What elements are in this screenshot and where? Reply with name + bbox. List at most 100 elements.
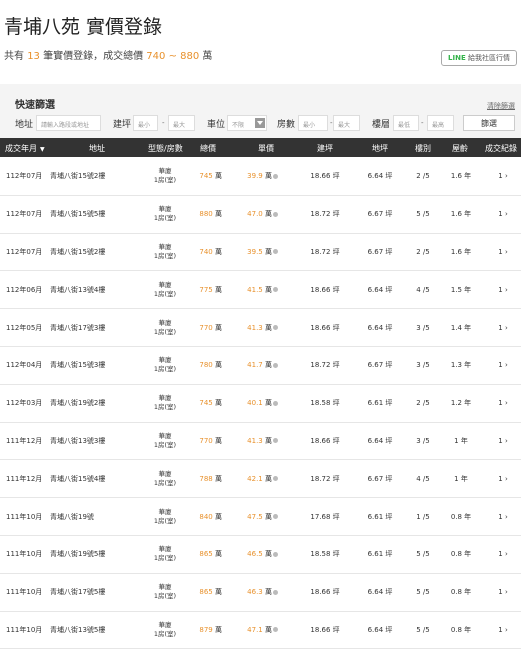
cell-ping-value: 18.72 [310,474,331,483]
info-icon[interactable] [273,325,278,331]
info-icon[interactable] [273,249,278,255]
summary-mid: 筆實價登錄，成交總價 [43,51,144,62]
info-icon[interactable] [273,551,278,557]
cell-records[interactable]: 1 › [493,399,513,407]
info-icon[interactable] [273,476,278,482]
info-icon[interactable] [273,627,278,633]
cell-records[interactable]: 1 › [493,324,513,332]
cell-records-count: 1 [498,625,503,634]
info-icon[interactable] [273,173,278,179]
cell-land-unit: 坪 [385,474,393,483]
cell-unit-price: 39.9 萬 [240,171,278,181]
cell-address: 青埔八街15號3樓 [50,361,106,370]
cell-records-count: 1 [498,210,503,219]
rooms-min-input[interactable]: 最小 [298,115,328,131]
cell-unit-price: 47.1 萬 [240,625,278,635]
table-row[interactable]: 112年07月 青埔八街15號2樓 華廈 1房(室) 745 萬 39.9 萬 18.66 … [0,158,521,196]
cell-records[interactable]: 1 › [493,361,513,369]
info-icon[interactable] [273,211,278,217]
chevron-right-icon: › [504,550,508,559]
cell-unit-price-unit: 萬 [265,512,272,521]
filter-search-button[interactable]: 篩選 [463,115,515,131]
line-share-button[interactable]: LINE 給我社區行情 [441,50,517,66]
chevron-right-icon: › [504,361,508,370]
cell-price-value: 740 [199,247,213,256]
table-row[interactable]: 112年07月 青埔八街15號2樓 華廈 1房(室) 740 萬 39.5 萬 18.72 … [0,234,521,272]
ping-min-input[interactable]: 最小 [133,115,158,131]
cell-records[interactable]: 1 › [493,550,513,558]
info-icon[interactable] [273,400,278,406]
cell-price-value: 840 [199,512,213,521]
cell-building-type: 華廈 [158,507,172,516]
table-row[interactable]: 111年10月 青埔八街19號 華廈 1房(室) 840 萬 47.5 萬 17.68 坪6… [0,498,521,536]
cell-records[interactable]: 1 › [493,172,513,180]
chevron-right-icon: › [504,588,508,597]
cell-address: 青埔八街13號3樓 [50,436,106,445]
info-icon[interactable] [273,438,278,444]
cell-land: 6.61 坪 [362,512,398,522]
info-icon[interactable] [273,589,278,595]
floor-max-input[interactable]: 最高 [427,115,454,131]
table-row[interactable]: 111年12月 青埔八街15號4樓 華廈 1房(室) 788 萬 42.1 萬 18.72 … [0,460,521,499]
table-row[interactable]: 112年04月 青埔八街15號3樓 華廈 1房(室) 780 萬 41.7 萬 18.72 … [0,347,521,385]
ping-max-input[interactable]: 最大 [168,115,195,131]
cell-records-count: 1 [498,323,503,332]
chevron-right-icon: › [504,210,508,219]
cell-records[interactable]: 1 › [493,588,513,596]
clear-filter-link[interactable]: 清除篩選 [487,101,515,111]
cell-records[interactable]: 1 › [493,626,513,634]
cell-price: 780 萬 [188,360,222,370]
info-icon[interactable] [273,287,278,293]
cell-type: 華廈 1房(室) [149,545,181,563]
table-row[interactable]: 111年10月 青埔八街13號5樓 華廈 1房(室) 879 萬 47.1 萬 18.66 … [0,612,521,649]
table-row[interactable]: 111年10月 青埔八街17號5樓 華廈 1房(室) 865 萬 46.3 萬 18.66 … [0,574,521,612]
table-row[interactable]: 111年12月 青埔八街13號3樓 華廈 1房(室) 770 萬 41.3 萬 18.66 … [0,423,521,461]
table-row[interactable]: 112年06月 青埔八街13號4樓 華廈 1房(室) 775 萬 41.5 萬 18.66 … [0,271,521,310]
info-icon[interactable] [273,514,278,520]
cell-records[interactable]: 1 › [493,437,513,445]
cell-records[interactable]: 1 › [493,286,513,294]
table-row[interactable]: 112年07月 青埔八街15號5樓 華廈 1房(室) 880 萬 47.0 萬 18.72 … [0,196,521,234]
cell-date: 112年07月 [6,210,43,219]
info-icon[interactable] [273,362,278,368]
cell-building-type: 華廈 [158,394,172,403]
header-date-sort[interactable]: 成交年月 ▼ [5,143,45,154]
cell-land-value: 6.64 [367,625,384,634]
cell-ping: 18.66 坪 [307,285,343,295]
transactions-table-body: 112年07月 青埔八街15號2樓 華廈 1房(室) 745 萬 39.9 萬 18.66 … [0,158,521,649]
cell-type: 華廈 1房(室) [149,281,181,299]
cell-records[interactable]: 1 › [493,513,513,521]
cell-price-unit: 萬 [215,625,222,634]
chevron-right-icon: › [504,285,508,294]
cell-rooms: 1房(室) [153,176,177,185]
cell-ping-unit: 坪 [332,172,340,181]
cell-address: 青埔八街19號5樓 [50,550,106,559]
cell-rooms: 1房(室) [153,214,177,223]
floor-min-input[interactable]: 最低 [393,115,419,131]
header-date-label: 成交年月 [5,144,37,153]
parking-select[interactable]: 不限 [227,115,267,131]
cell-ping-unit: 坪 [332,512,340,521]
table-row[interactable]: 112年03月 青埔八街19號2樓 華廈 1房(室) 745 萬 40.1 萬 18.58 … [0,385,521,423]
cell-land-value: 6.64 [367,285,384,294]
cell-price-value: 865 [199,550,213,559]
summary-prefix: 共有 [4,51,24,62]
table-row[interactable]: 112年05月 青埔八街17號3樓 華廈 1房(室) 770 萬 41.3 萬 18.66 … [0,309,521,347]
cell-price-value: 880 [199,210,213,219]
cell-unit-price-unit: 萬 [265,474,272,483]
cell-ping-value: 18.66 [310,285,331,294]
address-input[interactable]: 請輸入路段或地址 [36,115,101,131]
cell-records[interactable]: 1 › [493,475,513,483]
cell-records[interactable]: 1 › [493,210,513,218]
cell-price: 745 萬 [188,171,222,181]
table-row[interactable]: 111年10月 青埔八街19號5樓 華廈 1房(室) 865 萬 46.5 萬 18.58 … [0,536,521,574]
cell-ping-value: 18.72 [310,247,331,256]
cell-ping: 18.72 坪 [307,209,343,219]
cell-age: 1.3 年 [450,361,472,370]
cell-records[interactable]: 1 › [493,248,513,256]
cell-building-type: 華廈 [158,583,172,592]
cell-land-value: 6.67 [367,210,384,219]
rooms-max-input[interactable]: 最大 [333,115,360,131]
cell-building-type: 華廈 [158,469,172,478]
cell-type: 華廈 1房(室) [149,394,181,412]
